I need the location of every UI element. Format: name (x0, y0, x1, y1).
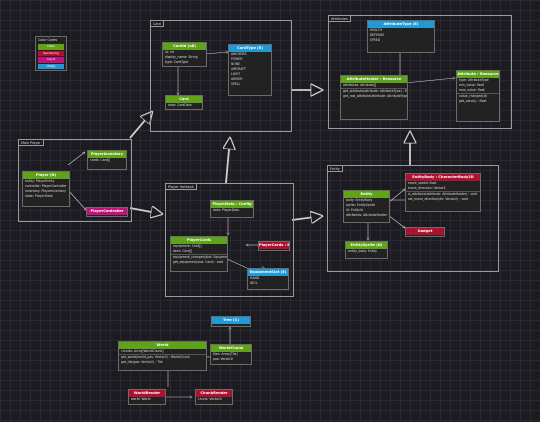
class-entity-sprite-header: EntitySprite (N) (346, 242, 387, 249)
class-card-type-header: CardType (E) (229, 45, 271, 52)
group-entity-title: Entity (327, 165, 343, 173)
class-player-inventory-header: PlayerInventory (88, 151, 126, 158)
class-player-cards[interactable]: PlayerCards equipment: Card[] deck: Card… (170, 236, 228, 272)
class-field: attributes: AttributeHolder (346, 213, 388, 217)
class-tree[interactable]: Tree (C) (211, 316, 251, 327)
class-equipment-slot-header: EquipmentSlot (E) (248, 269, 288, 276)
legend-title: Color Codes (38, 38, 58, 42)
class-field: entity_body: Entity (348, 249, 378, 253)
class-player-controller[interactable]: PlayerController (86, 207, 128, 217)
class-entity-sprite[interactable]: EntitySprite (N) entity_body: Entity (345, 241, 388, 259)
class-gadget-header: Gadget (406, 228, 444, 235)
legend-item-input: Input (38, 57, 64, 63)
class-method: get_raw_attribute(attribute: AttributeTy… (343, 94, 407, 98)
class-gadget[interactable]: Gadget (405, 227, 445, 237)
color-legend: Color Codes Data Rendering Input Utility (35, 36, 67, 71)
class-field: cards: Card[] (90, 158, 111, 162)
class-entity-body-header: EntityBody : CharacterBody2D (406, 174, 480, 181)
class-player-data-header: PlayerData : Config (211, 201, 253, 208)
class-attribute[interactable]: Attribute : Resource type: AttributeType… (456, 70, 500, 122)
class-card[interactable]: Card data: CardData (165, 95, 203, 110)
class-chunk-render[interactable]: ChunkRender chunk: Vector2i (195, 389, 233, 405)
class-player-inventory[interactable]: PlayerInventory cards: Card[] (87, 150, 127, 170)
class-player-cards-render-header: PlayerCards : EntitySprite (259, 242, 289, 249)
class-method: get_equipment(slot: Card) : void (173, 260, 224, 264)
class-field: data: PlayerData (213, 208, 240, 212)
class-world[interactable]: World chunks: Array[WorldChunk] get_worl… (118, 341, 207, 371)
legend-item-utility: Utility (38, 63, 64, 69)
class-player-data[interactable]: PlayerData : Config data: PlayerData (210, 200, 254, 218)
class-card-type[interactable]: CardType (E) ANCHORS POWER NONE AIRCRAFT… (228, 44, 272, 96)
class-player-cards-render[interactable]: PlayerCards : EntitySprite (258, 241, 290, 251)
class-attribute-type-header: AttributeType (E) (368, 21, 434, 28)
class-attribute-holder[interactable]: AttributeHolder : Resource attributes: A… (340, 75, 408, 120)
class-world-render[interactable]: WorldRender world: World (128, 389, 166, 405)
class-entity-header: Entity (344, 191, 389, 198)
class-field: pos: Vector2i (213, 357, 234, 361)
class-card-header: Card (166, 96, 202, 103)
class-player-cards-header: PlayerCards (171, 237, 227, 244)
enum-value: IDOL (250, 281, 258, 285)
legend-item-rendering: Rendering (38, 50, 64, 56)
class-entity[interactable]: Entity body: EntityBody sprite: EntitySp… (343, 190, 390, 223)
class-entity-body[interactable]: EntityBody : CharacterBody2D move_speed:… (405, 173, 481, 212)
group-player-hotbank-title: Player Hotbank (165, 183, 197, 191)
class-player-header: Player (N) (23, 172, 69, 179)
class-method: set_move_direction(dir: Vector2) : void (408, 197, 468, 201)
class-world-header: World (119, 342, 206, 349)
class-attribute-holder-header: AttributeHolder : Resource (341, 76, 407, 83)
enum-value: SPELL (231, 82, 241, 86)
class-player[interactable]: Player (N) entity: PlayerEntity controll… (22, 171, 70, 207)
class-field: type: CardType (165, 60, 189, 64)
group-card-title: Card (150, 20, 164, 28)
class-method: get_value() : float (459, 99, 487, 103)
class-field: world: World (131, 397, 151, 401)
class-player-controller-header: PlayerController (87, 208, 127, 215)
class-tree-header: Tree (C) (212, 317, 250, 324)
class-world-chunk[interactable]: WorldChunk tiles: Array[Tile] pos: Vecto… (210, 344, 252, 365)
class-method: get_tile(pos: Vector2) : Tile (121, 360, 163, 364)
class-equipment-slot[interactable]: EquipmentSlot (E) HAND IDOL (247, 268, 289, 290)
class-field: chunk: Vector2i (198, 397, 223, 401)
group-main-player-title: Main Player (18, 139, 44, 147)
class-chunk-render-header: ChunkRender (196, 390, 232, 397)
class-world-chunk-header: WorldChunk (211, 345, 251, 352)
class-attribute-type[interactable]: AttributeType (E) HEALTH DEFENSE SPEED (367, 20, 435, 53)
enum-value: SPEED (370, 38, 381, 42)
class-attribute-header: Attribute : Resource (457, 71, 499, 78)
group-attributes-title: Attributes (328, 15, 351, 23)
class-world-render-header: WorldRender (129, 390, 165, 397)
class-field: data: CardData (168, 103, 192, 107)
class-field: state: PlayerState (25, 194, 53, 198)
class-card-id-header: CardId (u8) (163, 43, 206, 50)
class-card-id[interactable]: CardId (u8) id: Int display_name: String… (162, 42, 207, 67)
legend-item-data: Data (38, 44, 64, 50)
